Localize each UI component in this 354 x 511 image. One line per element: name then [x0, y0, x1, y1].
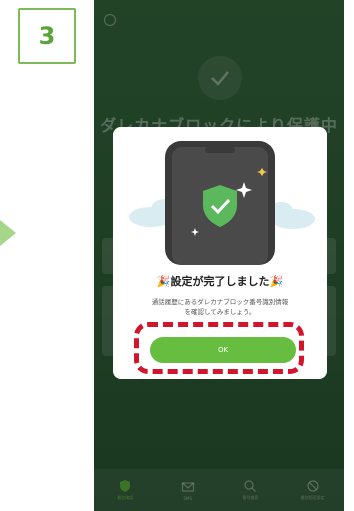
phone-screen: ダレカナブロックにより保護中 着信確認 SMS 番号検索 着信拒否設定 🎉設定が… [94, 0, 344, 511]
phone-shield-illustration [113, 127, 327, 265]
step-number-badge: 3 [18, 8, 76, 64]
dialog-message: 通話履歴にあるダレカナブロック番号識別情報 を確認してみましょう。 [123, 297, 317, 317]
ok-button-highlight [134, 322, 304, 374]
dialog-message-line: 通話履歴にあるダレカナブロック番号識別情報 [151, 298, 289, 306]
party-popper-icon: 🎉 [269, 275, 284, 288]
dialog-message-line: を確認してみましょう。 [184, 308, 256, 316]
dialog-title: 🎉設定が完了しました🎉 [113, 273, 327, 289]
party-popper-icon: 🎉 [156, 275, 171, 288]
dialog-title-text: 設定が完了しました [170, 275, 270, 288]
arrow-right-icon [0, 220, 16, 246]
